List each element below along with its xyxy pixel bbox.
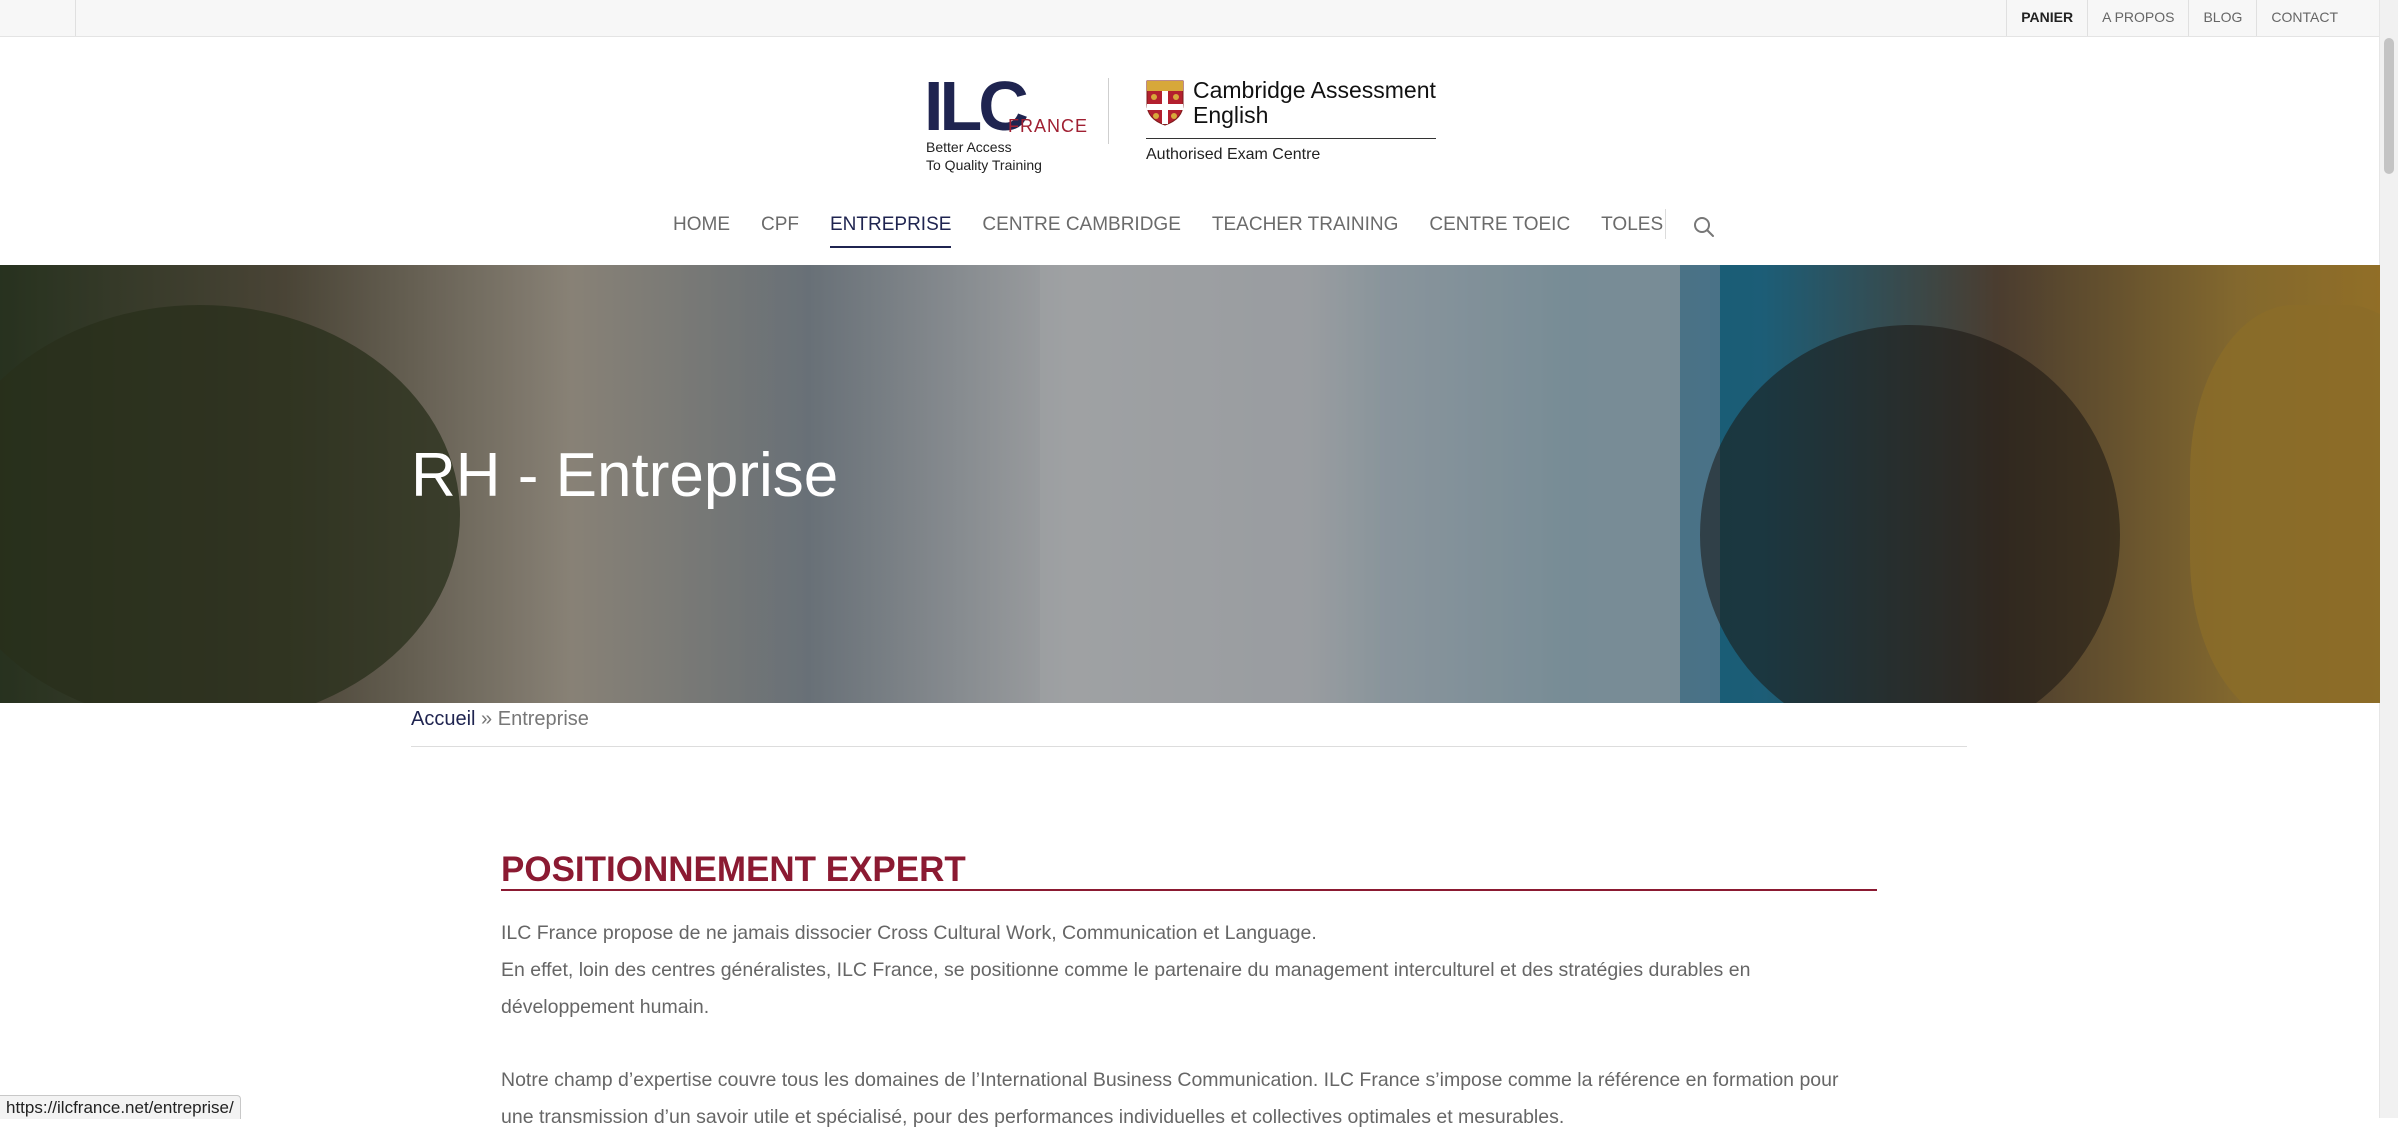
- expertise-paragraph: Notre champ d’expertise couvre tous les …: [501, 1069, 1839, 1128]
- cambridge-shield-icon: [1146, 80, 1184, 126]
- intro-line-2: En effet, loin des centres généralistes,…: [501, 959, 1751, 1018]
- intro-line-1: ILC France propose de ne jamais dissocie…: [501, 922, 1317, 944]
- hero-banner: [0, 265, 2380, 703]
- breadcrumb-divider: [411, 746, 1967, 747]
- nav-item-home[interactable]: HOME: [673, 210, 730, 250]
- cambridge-name-line1: Cambridge Assessment: [1193, 77, 1436, 103]
- ilc-logo-tagline: Better Access To Quality Training: [926, 138, 1042, 174]
- top-link-a-propos[interactable]: A PROPOS: [2087, 0, 2188, 36]
- main-nav: HOME CPF ENTREPRISE CENTRE CAMBRIDGE TEA…: [673, 210, 1694, 250]
- ilc-france-logo[interactable]: ILC FRANCE Better Access To Quality Trai…: [924, 71, 1087, 178]
- ilc-logo-france: FRANCE: [1008, 116, 1089, 136]
- search-icon[interactable]: [1692, 215, 1716, 239]
- nav-item-cpf[interactable]: CPF: [761, 210, 799, 250]
- hero-overlay: [0, 265, 2380, 703]
- cambridge-authorised-label: Authorised Exam Centre: [1146, 146, 1321, 163]
- page-scrollbar[interactable]: [2379, 0, 2398, 1118]
- top-link-contact[interactable]: CONTACT: [2256, 0, 2352, 36]
- status-url-tooltip: https://ilcfrance.net/entreprise/: [0, 1095, 241, 1119]
- ilc-tagline-line2: To Quality Training: [926, 157, 1042, 173]
- section-heading-underline: [501, 889, 1877, 891]
- nav-item-centre-toeic[interactable]: CENTRE TOEIC: [1429, 210, 1570, 250]
- breadcrumb: Accueil » Entreprise: [411, 708, 589, 731]
- page-title: RH - Entreprise: [411, 441, 839, 510]
- breadcrumb-home-link[interactable]: Accueil: [411, 708, 475, 730]
- nav-item-toles[interactable]: TOLES: [1601, 210, 1663, 250]
- cambridge-logo[interactable]: Cambridge Assessment English Authorised …: [1146, 78, 1436, 170]
- cambridge-logo-rule: [1146, 138, 1436, 139]
- cambridge-name: Cambridge Assessment English: [1193, 78, 1436, 128]
- logo-divider: [1108, 78, 1109, 144]
- nav-separator: [1665, 209, 1666, 239]
- nav-item-teacher-training[interactable]: TEACHER TRAINING: [1212, 210, 1399, 250]
- breadcrumb-separator: »: [475, 708, 498, 730]
- top-utility-nav: PANIER A PROPOS BLOG CONTACT: [2006, 0, 2352, 36]
- top-link-blog[interactable]: BLOG: [2188, 0, 2256, 36]
- ilc-tagline-line1: Better Access: [926, 139, 1012, 155]
- top-utility-bar: PANIER A PROPOS BLOG CONTACT: [0, 0, 2380, 37]
- section-heading: POSITIONNEMENT EXPERT: [501, 850, 966, 889]
- breadcrumb-current: Entreprise: [497, 708, 589, 730]
- cambridge-name-line2: English: [1193, 102, 1269, 128]
- nav-item-entreprise[interactable]: ENTREPRISE: [830, 210, 952, 250]
- scrollbar-thumb[interactable]: [2384, 38, 2394, 174]
- top-link-panier[interactable]: PANIER: [2006, 0, 2087, 36]
- intro-paragraph: ILC France propose de ne jamais dissocie…: [501, 915, 1861, 1026]
- top-bar-left-cell: [0, 0, 76, 36]
- nav-item-centre-cambridge[interactable]: CENTRE CAMBRIDGE: [982, 210, 1180, 250]
